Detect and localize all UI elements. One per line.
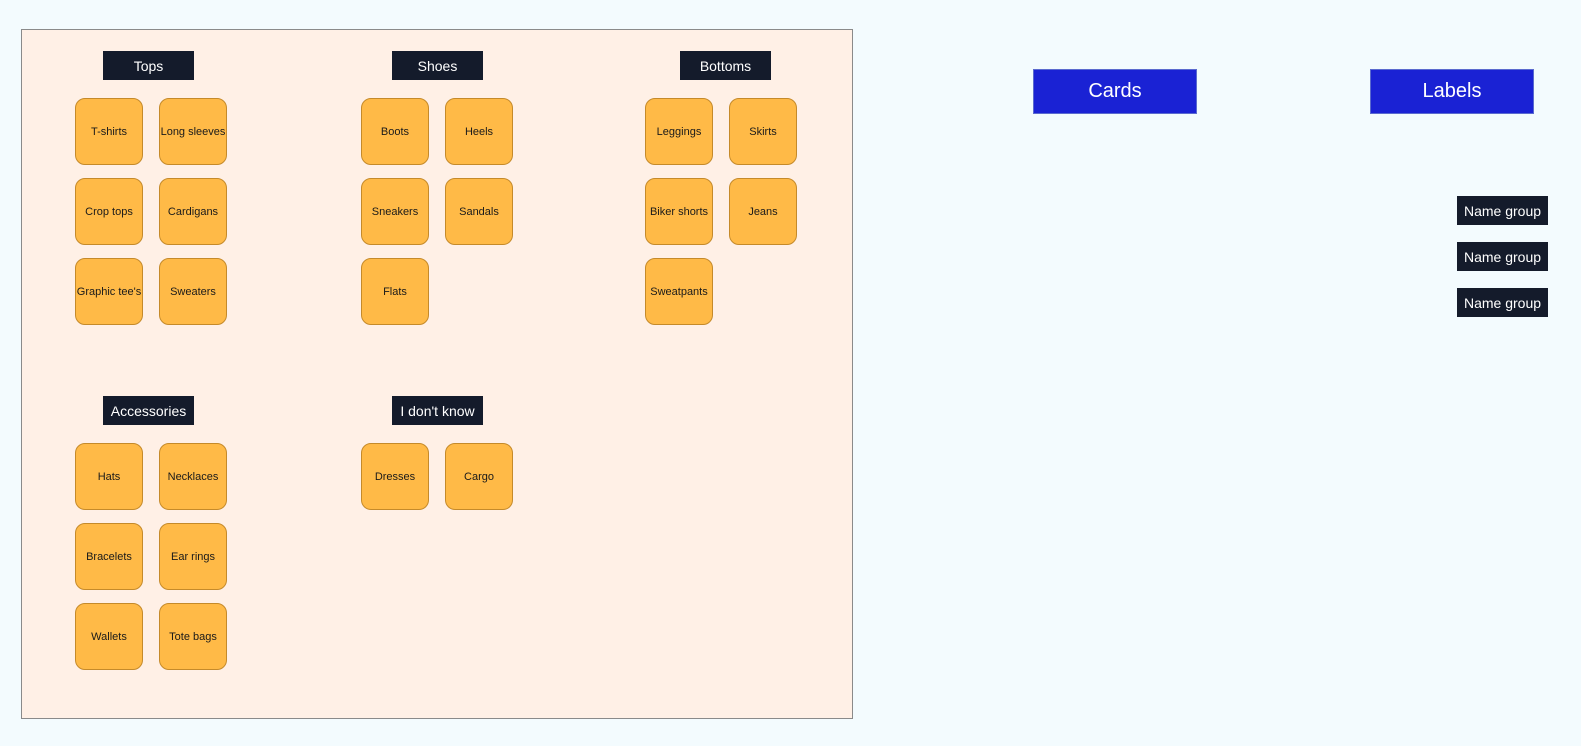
- group-label-shoes[interactable]: Shoes: [392, 51, 483, 80]
- card-sneakers[interactable]: Sneakers: [361, 178, 429, 245]
- name-group-button[interactable]: Name group: [1457, 196, 1548, 225]
- labels-header-button[interactable]: Labels: [1370, 69, 1534, 114]
- group-label-bottoms[interactable]: Bottoms: [680, 51, 771, 80]
- card-sweatpants[interactable]: Sweatpants: [645, 258, 713, 325]
- card-long-sleeves[interactable]: Long sleeves: [159, 98, 227, 165]
- card-sandals[interactable]: Sandals: [445, 178, 513, 245]
- card-list: Hats Necklaces Bracelets Ear rings Walle…: [75, 443, 227, 670]
- sorting-board: Tops T-shirts Long sleeves Crop tops Car…: [21, 29, 853, 719]
- card-t-shirts[interactable]: T-shirts: [75, 98, 143, 165]
- card-boots[interactable]: Boots: [361, 98, 429, 165]
- card-dresses[interactable]: Dresses: [361, 443, 429, 510]
- card-bracelets[interactable]: Bracelets: [75, 523, 143, 590]
- name-group-button[interactable]: Name group: [1457, 242, 1548, 271]
- card-leggings[interactable]: Leggings: [645, 98, 713, 165]
- card-ear-rings[interactable]: Ear rings: [159, 523, 227, 590]
- card-cargo[interactable]: Cargo: [445, 443, 513, 510]
- card-sweaters[interactable]: Sweaters: [159, 258, 227, 325]
- group-label-tops[interactable]: Tops: [103, 51, 194, 80]
- card-list: Dresses Cargo: [361, 443, 513, 510]
- card-tote-bags[interactable]: Tote bags: [159, 603, 227, 670]
- card-list: T-shirts Long sleeves Crop tops Cardigan…: [75, 98, 227, 325]
- card-crop-tops[interactable]: Crop tops: [75, 178, 143, 245]
- card-cardigans[interactable]: Cardigans: [159, 178, 227, 245]
- card-flats[interactable]: Flats: [361, 258, 429, 325]
- card-wallets[interactable]: Wallets: [75, 603, 143, 670]
- card-skirts[interactable]: Skirts: [729, 98, 797, 165]
- name-group-button[interactable]: Name group: [1457, 288, 1548, 317]
- card-hats[interactable]: Hats: [75, 443, 143, 510]
- group-label-accessories[interactable]: Accessories: [103, 396, 194, 425]
- card-heels[interactable]: Heels: [445, 98, 513, 165]
- card-biker-shorts[interactable]: Biker shorts: [645, 178, 713, 245]
- card-list: Leggings Skirts Biker shorts Jeans Sweat…: [645, 98, 797, 325]
- card-necklaces[interactable]: Necklaces: [159, 443, 227, 510]
- card-list: Boots Heels Sneakers Sandals Flats: [361, 98, 513, 325]
- card-graphic-tees[interactable]: Graphic tee's: [75, 258, 143, 325]
- group-label-i-dont-know[interactable]: I don't know: [392, 396, 483, 425]
- cards-header-button[interactable]: Cards: [1033, 69, 1197, 114]
- card-jeans[interactable]: Jeans: [729, 178, 797, 245]
